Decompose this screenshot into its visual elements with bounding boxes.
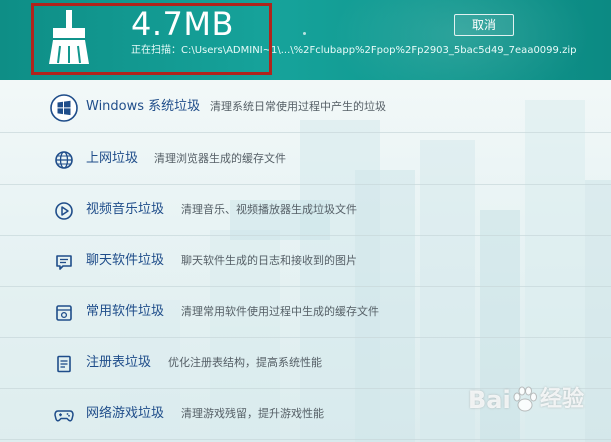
watermark-suffix: 经验	[540, 387, 585, 412]
software-icon	[56, 305, 72, 321]
scan-header: 4.7MB 正在扫描：C:\Users\ADMINI~1\...\%2Fclub…	[0, 0, 611, 80]
category-description: 清理常用软件使用过程中生成的缓存文件	[181, 305, 379, 318]
play-icon	[55, 202, 73, 220]
category-description: 优化注册表结构，提高系统性能	[168, 356, 322, 369]
category-title: 注册表垃圾	[86, 355, 152, 370]
baidu-jingyan-watermark: Bai 经验	[468, 380, 608, 420]
category-description: 清理浏览器生成的缓存文件	[154, 152, 286, 165]
highlight-frame	[31, 3, 272, 75]
category-title: 网络游戏垃圾	[86, 406, 165, 421]
category-software-junk[interactable]: 常用软件垃圾 清理常用软件使用过程中生成的缓存文件	[0, 287, 611, 338]
category-title: 上网垃圾	[86, 151, 139, 166]
header-sparkle	[303, 32, 306, 35]
category-media-junk[interactable]: 视频音乐垃圾 清理音乐、视频播放器生成垃圾文件	[0, 185, 611, 236]
category-description: 清理音乐、视频播放器生成垃圾文件	[181, 203, 357, 216]
category-title: 常用软件垃圾	[86, 304, 165, 319]
windows-icon	[50, 94, 78, 122]
category-chat-junk[interactable]: 聊天软件垃圾 聊天软件生成的日志和接收到的图片	[0, 236, 611, 287]
globe-icon	[55, 151, 73, 169]
chat-icon	[56, 255, 72, 270]
category-title: 视频音乐垃圾	[86, 202, 165, 217]
registry-icon	[57, 355, 71, 373]
paw-icon	[513, 386, 537, 412]
category-title: Windows 系统垃圾	[86, 99, 201, 114]
category-description: 清理系统日常使用过程中产生的垃圾	[210, 100, 386, 113]
gamepad-icon	[54, 410, 74, 422]
category-description: 聊天软件生成的日志和接收到的图片	[181, 254, 357, 267]
category-windows-junk[interactable]: Windows 系统垃圾 清理系统日常使用过程中产生的垃圾	[0, 82, 611, 133]
category-description: 清理游戏残留，提升游戏性能	[181, 407, 324, 420]
category-web-junk[interactable]: 上网垃圾 清理浏览器生成的缓存文件	[0, 134, 611, 185]
cancel-button[interactable]: 取消	[454, 14, 514, 36]
category-title: 聊天软件垃圾	[86, 253, 165, 268]
header-glow	[330, 0, 590, 80]
watermark-brand: Bai	[468, 386, 511, 414]
